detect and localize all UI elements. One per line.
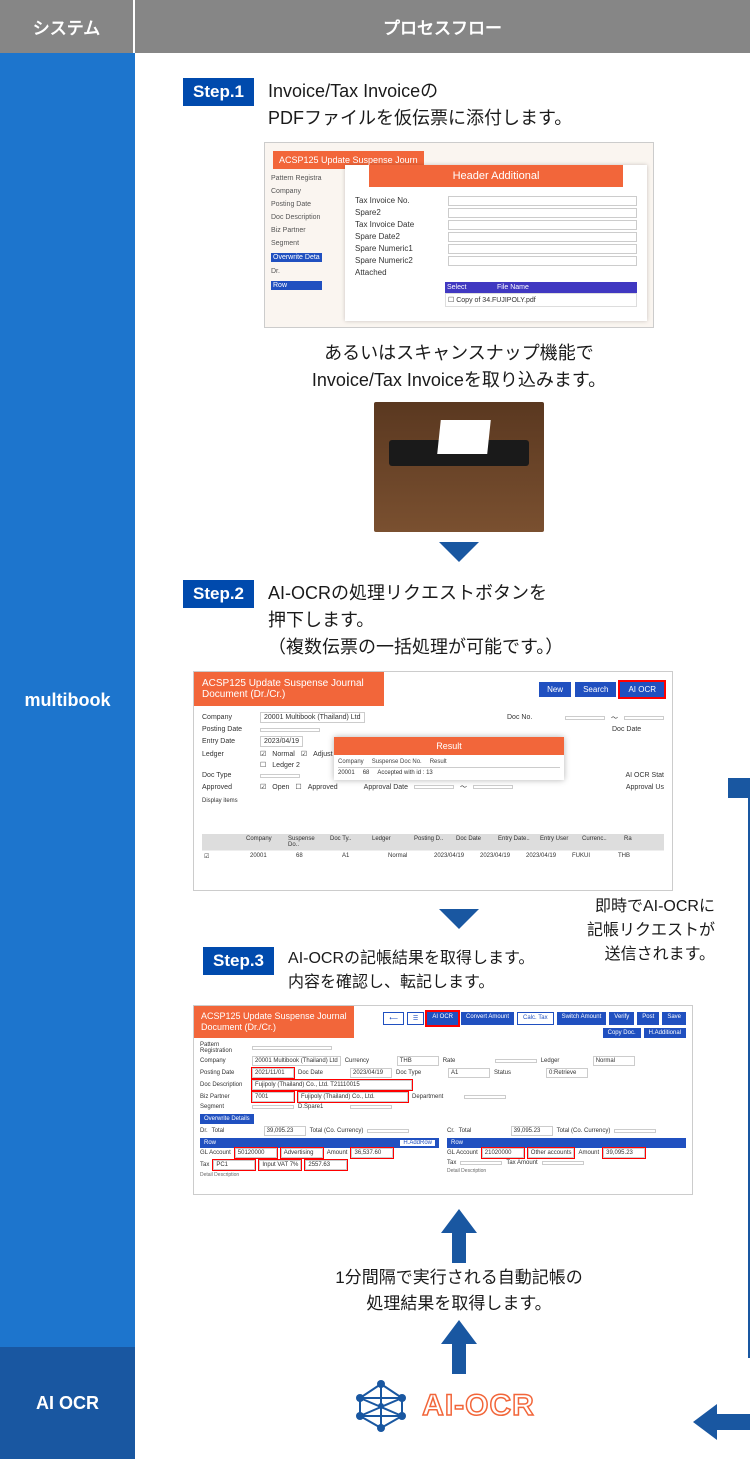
screenshot-1: ACSP125 Update Suspense Journ Pattern Re… <box>264 142 654 328</box>
ocr-row: AI-OCR <box>135 1350 750 1462</box>
diagram-root: システム multibook AI OCR プロセスフロー Step.1 Inv… <box>0 0 750 1462</box>
arrow-up-icon-2 <box>447 1320 471 1350</box>
arrow-down-2 <box>439 909 479 929</box>
s3-aiocr-button[interactable]: AI OCR <box>427 1012 458 1025</box>
step2-text: AI-OCRの処理リクエストボタンを 押下します。 （複数伝票の一括処理が可能で… <box>268 580 563 661</box>
step3-text: AI-OCRの記帳結果を取得します。 内容を確認し、転記します。 <box>288 947 534 995</box>
new-button[interactable]: New <box>539 682 571 697</box>
s3-title: ACSP125 Update Suspense Journal Document… <box>194 1006 354 1038</box>
s1-left-labels: Pattern RegistraCompany Posting DateDoc … <box>271 175 322 296</box>
step1-text: Invoice/Tax Invoiceの PDFファイルを仮伝票に添付します。 <box>268 78 572 132</box>
aiocr-logo: AI-OCR <box>350 1378 535 1434</box>
search-button[interactable]: Search <box>575 682 616 697</box>
s2-buttons: New Search AI OCR <box>539 682 664 697</box>
arrow-up-icon <box>447 1209 471 1259</box>
scanner-image <box>374 402 544 532</box>
screenshot-3: ACSP125 Update Suspense Journal Document… <box>193 1005 693 1195</box>
sidebar-multibook: multibook <box>0 53 135 1347</box>
process-flow: Step.1 Invoice/Tax Invoiceの PDFファイルを仮伝票に… <box>135 53 750 1350</box>
step2-badge: Step.2 <box>183 580 254 608</box>
screenshot-2: ACSP125 Update Suspense Journal Document… <box>193 671 673 891</box>
s2-title: ACSP125 Update Suspense Journal Document… <box>194 672 384 706</box>
arrow-down-1 <box>439 542 479 562</box>
network-icon <box>350 1378 412 1434</box>
s1-panel: Header Additional Tax Invoice No. Spare2… <box>345 165 647 321</box>
header-flow: プロセスフロー <box>135 0 750 53</box>
bottom-text: 1分間隔で実行される自動記帳の 処理結果を取得します。 <box>183 1265 735 1316</box>
sidebar-aiocr: AI OCR <box>0 1347 135 1459</box>
aiocr-text: AI-OCR <box>422 1389 535 1423</box>
step1-row: Step.1 Invoice/Tax Invoiceの PDFファイルを仮伝票に… <box>183 78 735 132</box>
step1-badge: Step.1 <box>183 78 254 106</box>
s1-header-additional: Header Additional <box>369 165 623 187</box>
mid-text: あるいはスキャンスナップ機能で Invoice/Tax Invoiceを取り込み… <box>183 340 735 394</box>
left-column: システム multibook AI OCR <box>0 0 135 1462</box>
header-system: システム <box>0 0 135 53</box>
right-column: プロセスフロー Step.1 Invoice/Tax Invoiceの PDFフ… <box>135 0 750 1462</box>
aiocr-button[interactable]: AI OCR <box>620 682 664 697</box>
step2-row: Step.2 AI-OCRの処理リクエストボタンを 押下します。 （複数伝票の一… <box>183 580 735 661</box>
s3-toolbar: ⟵☰ AI OCR Convert Amount Calc. Tax Switc… <box>366 1012 686 1038</box>
s2-result-popup: Result CompanySuspense Doc No.Result 200… <box>334 737 564 780</box>
step3-badge: Step.3 <box>203 947 274 975</box>
